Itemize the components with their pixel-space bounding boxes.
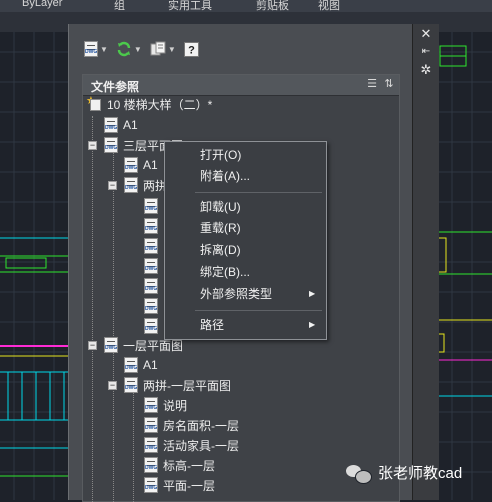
menu-separator bbox=[195, 192, 322, 193]
collapse-icon[interactable]: − bbox=[88, 341, 97, 350]
menu-item-label: 绑定(B)... bbox=[200, 265, 250, 279]
dwg-file-icon bbox=[124, 357, 138, 373]
menu-item-label: 附着(A)... bbox=[200, 169, 250, 183]
menu-item-label: 外部参照类型 bbox=[200, 287, 273, 301]
menu-item-label: 路径 bbox=[200, 318, 225, 332]
menu-item-path[interactable]: 路径 ▶ bbox=[165, 315, 326, 335]
path-icon bbox=[150, 41, 166, 56]
menu-item-reload[interactable]: 重载(R) bbox=[165, 218, 326, 238]
dwg-file-icon bbox=[124, 157, 138, 173]
refresh-button[interactable]: ▼ bbox=[114, 40, 144, 58]
dwg-file-icon[interactable] bbox=[144, 318, 158, 334]
dwg-file-icon bbox=[144, 477, 158, 493]
dwg-file-icon[interactable] bbox=[144, 278, 158, 294]
menu-item-label: 打开(O) bbox=[200, 148, 242, 162]
drawing-star-icon: ★ bbox=[86, 96, 102, 112]
tree-item[interactable]: 两拼-一层平面图 bbox=[124, 375, 231, 395]
menu-item-bind[interactable]: 绑定(B)... bbox=[165, 262, 326, 282]
tree-item[interactable]: 房名面积-一层 bbox=[144, 415, 239, 435]
tree-item-label: 平面-一层 bbox=[163, 478, 215, 493]
svg-text:?: ? bbox=[188, 44, 195, 56]
collapse-icon[interactable]: − bbox=[108, 181, 117, 190]
watermark: 张老师教cad bbox=[346, 462, 463, 484]
autohide-icon[interactable]: ⇤ bbox=[418, 44, 434, 60]
xref-toolbar: ▼ ▼ ▼ ? bbox=[82, 38, 201, 60]
dwg-file-icon bbox=[104, 137, 118, 153]
tree-item[interactable]: 说明 bbox=[144, 395, 187, 415]
tree-view-icon[interactable]: ⇅ bbox=[383, 78, 395, 90]
dropdown-arrow-icon[interactable]: ▼ bbox=[134, 45, 142, 54]
menu-item-xref-type[interactable]: 外部参照类型 ▶ bbox=[165, 284, 326, 304]
dwg-file-icon[interactable] bbox=[144, 298, 158, 314]
watermark-text: 张老师教cad bbox=[378, 465, 463, 482]
properties-gear-icon[interactable]: ✲ bbox=[418, 62, 434, 78]
menu-item-detach[interactable]: 拆离(D) bbox=[165, 240, 326, 260]
change-path-button[interactable]: ▼ bbox=[148, 40, 178, 58]
tree-item-label: 10 楼梯大样（二）* bbox=[107, 97, 213, 112]
dwg-file-icon[interactable] bbox=[144, 218, 158, 234]
help-icon: ? bbox=[183, 41, 199, 57]
tree-item[interactable]: 标高-一层 bbox=[144, 455, 215, 475]
tree-item-label: A1 bbox=[143, 158, 158, 172]
dwg-file-icon bbox=[104, 117, 118, 133]
menu-item-label: 重载(R) bbox=[200, 221, 241, 235]
tree-item-label: A1 bbox=[143, 358, 158, 372]
tree-item-label: 两拼-一层平面图 bbox=[143, 378, 231, 393]
dwg-file-icon bbox=[144, 417, 158, 433]
close-icon[interactable]: ✕ bbox=[418, 26, 434, 42]
list-view-icon[interactable]: ☰ bbox=[366, 78, 378, 90]
dwg-file-icon bbox=[144, 457, 158, 473]
tree-item[interactable]: A1 bbox=[124, 155, 158, 175]
xref-context-menu: 打开(O) 附着(A)... 卸载(U) 重载(R) 拆离(D) 绑定(B)..… bbox=[164, 141, 327, 340]
tree-item[interactable]: 活动家具-一层 bbox=[144, 435, 239, 455]
menu-item-attach[interactable]: 附着(A)... bbox=[165, 166, 326, 186]
tree-item[interactable]: A1 bbox=[104, 115, 138, 135]
menu-item-open[interactable]: 打开(O) bbox=[165, 145, 326, 165]
tree-guide-line bbox=[92, 116, 93, 502]
wechat-logo-icon bbox=[346, 463, 372, 484]
menu-separator bbox=[195, 310, 322, 311]
layer-dropdown[interactable]: ByLayer bbox=[22, 0, 62, 9]
tree-item-root[interactable]: ★ 10 楼梯大样（二）* bbox=[86, 94, 212, 114]
collapse-icon[interactable]: − bbox=[108, 381, 117, 390]
refresh-icon bbox=[117, 41, 131, 57]
dwg-file-icon bbox=[104, 337, 118, 353]
dwg-file-icon[interactable] bbox=[144, 258, 158, 274]
help-button[interactable]: ? bbox=[182, 40, 201, 58]
dwg-file-icon bbox=[144, 397, 158, 413]
dropdown-arrow-icon[interactable]: ▼ bbox=[168, 45, 176, 54]
palette-titlebar[interactable]: ✕ ⇤ ✲ bbox=[412, 24, 439, 500]
collapse-icon[interactable]: − bbox=[88, 141, 97, 150]
tree-item-label: 说明 bbox=[163, 398, 188, 413]
attach-dwg-button[interactable]: ▼ bbox=[82, 40, 110, 58]
dwg-file-icon bbox=[124, 177, 138, 193]
tree-item-label: 房名面积-一层 bbox=[163, 418, 239, 433]
dwg-file-icon bbox=[144, 437, 158, 453]
panel-header: 文件参照 ☰ ⇅ bbox=[83, 75, 399, 96]
dwg-file-icon[interactable] bbox=[144, 198, 158, 214]
dwg-file-icon[interactable] bbox=[144, 238, 158, 254]
tree-item[interactable]: A1 bbox=[124, 355, 158, 375]
tree-item-label: A1 bbox=[123, 118, 138, 132]
menu-item-label: 拆离(D) bbox=[200, 243, 241, 257]
tree-item-label: 标高-一层 bbox=[163, 458, 215, 473]
dwg-file-icon bbox=[84, 41, 98, 57]
tree-item[interactable]: 平面-一层 bbox=[144, 475, 215, 495]
submenu-arrow-icon: ▶ bbox=[309, 320, 316, 329]
panel-title: 文件参照 bbox=[91, 80, 140, 94]
dropdown-arrow-icon[interactable]: ▼ bbox=[100, 45, 108, 54]
menu-item-unload[interactable]: 卸载(U) bbox=[165, 197, 326, 217]
tree-item-label: 活动家具-一层 bbox=[163, 438, 239, 453]
submenu-arrow-icon: ▶ bbox=[309, 289, 316, 298]
dwg-file-icon bbox=[124, 377, 138, 393]
tree-item[interactable]: 两拼 bbox=[124, 175, 167, 195]
tree-guide-line bbox=[133, 388, 134, 502]
menu-item-label: 卸载(U) bbox=[200, 200, 241, 214]
tree-guide-line bbox=[113, 352, 114, 502]
